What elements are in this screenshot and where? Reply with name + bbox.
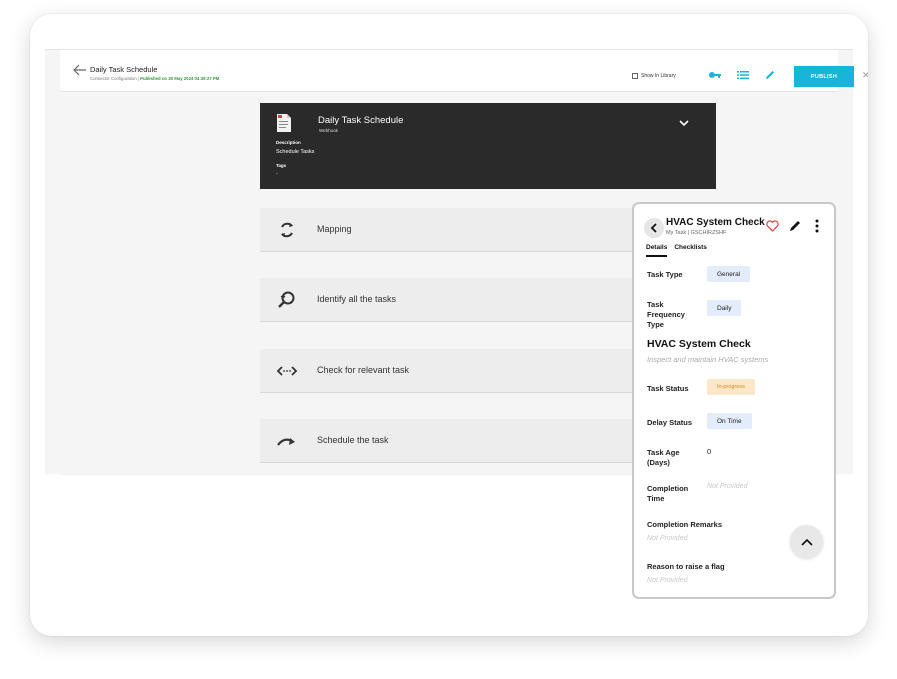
completion-time-label: Completion Time — [647, 484, 689, 503]
scroll-top-button[interactable] — [790, 525, 823, 558]
search-refresh-icon — [278, 291, 295, 308]
chevron-up-icon — [800, 538, 813, 546]
completion-remarks-value: Not Provided — [647, 535, 688, 542]
chevron-left-icon — [650, 223, 657, 233]
task-detail-panel: HVAC System Check My Task | GSCHIRZSHF D… — [632, 202, 836, 599]
step-label: Mapping — [317, 224, 352, 234]
list-icon[interactable] — [736, 70, 750, 80]
delay-status-label: Delay Status — [647, 418, 693, 427]
flag-reason-label: Reason to raise a flag — [647, 562, 725, 571]
page-subtitle: Connector Configuration | Published on 3… — [90, 76, 219, 81]
status-badge: In-progress — [707, 379, 755, 395]
page-title: Daily Task Schedule — [90, 65, 158, 74]
description-label: Description — [276, 140, 301, 145]
step-identify-tasks[interactable]: Identify all the tasks — [260, 278, 670, 322]
completion-time-value: Not Provided — [707, 483, 748, 490]
task-age-label: Task Age (Days) — [647, 448, 680, 467]
back-button[interactable] — [644, 218, 664, 238]
task-title: HVAC System Check — [666, 217, 765, 228]
code-arrows-icon — [276, 366, 298, 376]
library-checkbox[interactable] — [632, 73, 638, 79]
show-in-library-toggle[interactable]: Show In Library — [632, 73, 676, 79]
step-schedule-task[interactable]: Schedule the task — [260, 419, 670, 463]
frequency-badge: Daily — [707, 300, 742, 316]
subtitle-prefix: Connector Configuration | — [90, 76, 141, 81]
sync-icon — [281, 222, 293, 238]
curved-arrow-icon — [277, 438, 295, 446]
close-icon[interactable]: ✕ — [862, 70, 868, 81]
step-label: Identify all the tasks — [317, 294, 397, 304]
heart-icon[interactable] — [766, 220, 779, 232]
step-mapping[interactable]: Mapping — [260, 208, 670, 252]
frequency-label: Task Frequency Type — [647, 300, 685, 329]
flag-reason-value: Not Provided — [647, 577, 688, 584]
top-bar: Daily Task Schedule Connector Configurat… — [60, 50, 868, 92]
description-value: Schedule Tasks — [276, 149, 315, 155]
step-label: Schedule the task — [317, 435, 389, 445]
more-vertical-icon[interactable] — [815, 219, 819, 233]
tags-value: - — [276, 171, 278, 177]
step-check-relevant[interactable]: Check for relevant task — [260, 349, 670, 393]
completion-remarks-label: Completion Remarks — [647, 520, 723, 529]
pencil-icon[interactable] — [763, 70, 777, 80]
tab-details[interactable]: Details — [646, 244, 668, 257]
connector-title: Daily Task Schedule — [318, 115, 404, 126]
edit-icon[interactable] — [788, 219, 802, 233]
task-age-value: 0 — [707, 447, 712, 456]
chevron-down-icon[interactable] — [679, 119, 689, 127]
connector-type: Webhook — [319, 128, 338, 133]
tags-label: Tags — [276, 163, 287, 168]
task-description: Inspect and maintain HVAC systems — [647, 355, 769, 364]
task-type-label: Task Type — [647, 270, 683, 279]
step-label: Check for relevant task — [317, 365, 410, 375]
show-in-library-label: Show In Library — [641, 73, 676, 79]
task-heading: HVAC System Check — [647, 338, 751, 350]
key-icon[interactable] — [708, 70, 722, 80]
connector-header-card: Daily Task Schedule Webhook Description … — [260, 103, 716, 189]
task-type-badge: General — [707, 266, 751, 282]
publish-button[interactable]: PUBLISH — [794, 66, 854, 87]
tab-checklists[interactable]: Checklists — [674, 244, 707, 257]
task-subtitle: My Task | GSCHIRZSHF — [666, 230, 727, 236]
status-label: Task Status — [647, 384, 689, 393]
back-arrow-icon[interactable] — [73, 64, 87, 76]
delay-status-badge: On Time — [707, 413, 752, 429]
panel-tabs: Details Checklists — [646, 244, 707, 257]
published-date: Published on 30 May 2024 04:39:27 PM — [140, 76, 220, 81]
document-icon — [277, 114, 291, 132]
